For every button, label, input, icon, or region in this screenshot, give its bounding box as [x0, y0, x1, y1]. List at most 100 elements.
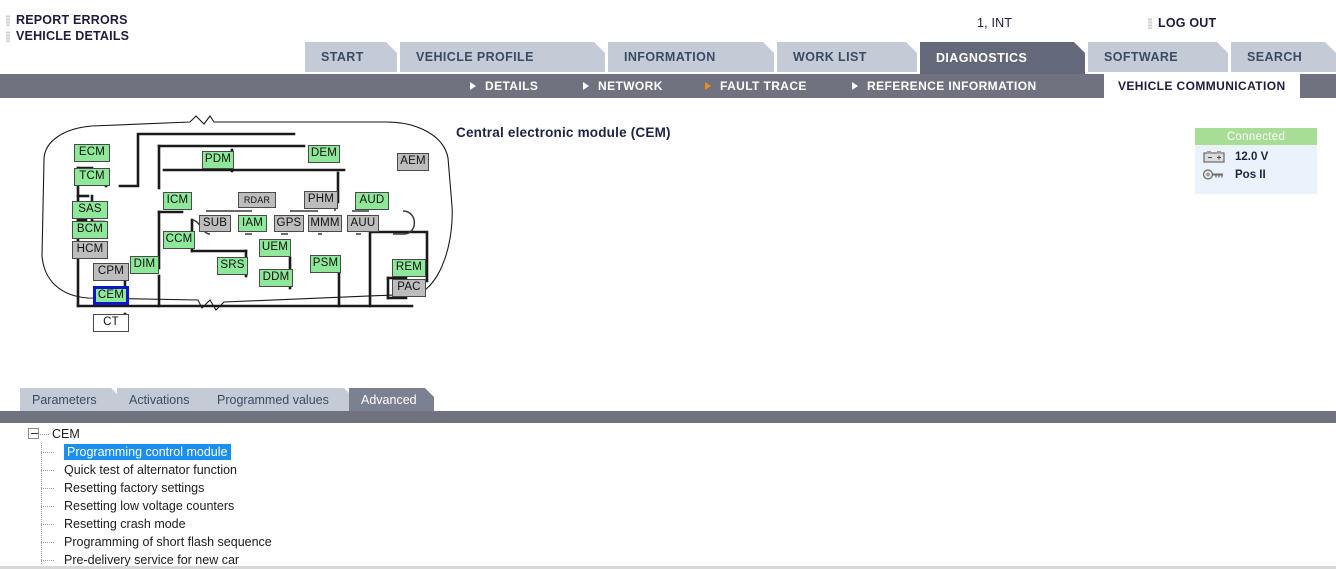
module-label: PDM — [204, 153, 232, 166]
tree-root-label: CEM — [52, 427, 80, 441]
module-box-gps[interactable]: GPS — [274, 215, 304, 232]
module-label: TCM — [79, 170, 105, 183]
tab-label: SEARCH — [1247, 50, 1303, 64]
module-box-bcm[interactable]: BCM — [72, 221, 108, 239]
tree-item-label: Quick test of alternator function — [64, 463, 238, 477]
tab-information[interactable]: INFORMATION — [608, 42, 774, 72]
vehicle-network-diagram[interactable]: ECM TCM SAS BCM HCM CPM CEM CT DIM PDM DEM AEM ICM RD… — [14, 110, 480, 332]
tab-software[interactable]: SOFTWARE — [1088, 42, 1228, 72]
module-box-rdar[interactable]: RDAR — [238, 192, 276, 208]
tree-item[interactable]: Resetting low voltage counters — [8, 497, 272, 515]
module-label: GPS — [276, 216, 302, 229]
module-label: RDAR — [243, 194, 271, 205]
grip-icon — [6, 30, 10, 42]
module-box-ecm[interactable]: ECM — [74, 144, 110, 162]
tree-item-label: Resetting low voltage counters — [64, 499, 235, 513]
module-box-ct[interactable]: CT — [93, 314, 129, 332]
subnav-network[interactable]: NETWORK — [583, 74, 663, 98]
logout-link[interactable]: LOG OUT — [1148, 16, 1216, 30]
top-header: REPORT ERRORSVEHICLE DETAILSHELP 1, INT … — [0, 0, 1336, 59]
module-box-ccm[interactable]: CCM — [163, 231, 195, 249]
module-box-icm[interactable]: ICM — [163, 192, 192, 210]
tree-connector — [41, 470, 55, 471]
tab-vehicle-profile[interactable]: VEHICLE PROFILE — [400, 42, 605, 72]
module-box-hcm[interactable]: HCM — [72, 241, 108, 259]
subnav-label: DETAILS — [485, 79, 539, 93]
connection-status-badge: Connected — [1195, 128, 1317, 145]
tab-work-list[interactable]: WORK LIST — [777, 42, 917, 72]
grip-icon — [6, 14, 10, 26]
tree-item[interactable]: Resetting crash mode — [8, 515, 272, 533]
module-label: CEM — [97, 288, 125, 301]
module-box-mmm[interactable]: MMM — [308, 215, 342, 232]
tab-diagnostics[interactable]: DIAGNOSTICS — [920, 42, 1085, 74]
module-label: AUU — [350, 216, 376, 229]
user-info: 1, INT — [977, 16, 1013, 30]
module-label: PAC — [397, 281, 421, 294]
tab-bar-underline — [0, 411, 1336, 423]
tab-label: VEHICLE PROFILE — [416, 50, 534, 64]
bottom-tab-parameters[interactable]: Parameters — [20, 388, 120, 411]
module-label: HCM — [76, 243, 104, 256]
tab-label: DIAGNOSTICS — [936, 51, 1028, 65]
module-box-ddm[interactable]: DDM — [259, 269, 293, 287]
tree-root-cem[interactable]: CEM — [8, 425, 272, 443]
module-label: SAS — [78, 203, 102, 216]
module-box-aem[interactable]: AEM — [397, 153, 429, 171]
module-box-aud[interactable]: AUD — [355, 192, 389, 210]
tree-item[interactable]: Quick test of alternator function — [8, 461, 272, 479]
module-box-psm[interactable]: PSM — [310, 255, 341, 273]
tab-start[interactable]: START — [305, 42, 397, 72]
tree-connector — [41, 488, 55, 489]
tab-search[interactable]: SEARCH — [1231, 42, 1336, 72]
tree-item-label: Programming of short flash sequence — [64, 535, 272, 549]
chevron-right-icon — [583, 82, 589, 90]
tree-connector — [41, 560, 55, 561]
tree-item[interactable]: Programming of short flash sequence — [8, 533, 272, 551]
module-label: MMM — [310, 216, 340, 229]
grip-icon — [1148, 17, 1152, 29]
module-box-dem[interactable]: DEM — [308, 145, 340, 163]
bottom-tab-label: Programmed values — [217, 392, 329, 407]
module-box-iam[interactable]: IAM — [238, 215, 267, 232]
module-box-tcm[interactable]: TCM — [74, 168, 110, 186]
bottom-tab-label: Parameters — [32, 392, 97, 407]
tab-label: START — [321, 50, 364, 64]
bottom-tab-advanced[interactable]: Advanced — [349, 388, 434, 411]
module-box-phm[interactable]: PHM — [304, 191, 338, 209]
module-label: REM — [395, 261, 423, 274]
subnav-reference-information[interactable]: REFERENCE INFORMATION — [852, 74, 1037, 98]
module-box-srs[interactable]: SRS — [217, 257, 248, 275]
module-box-pdm[interactable]: PDM — [202, 151, 234, 169]
module-box-rem[interactable]: REM — [392, 259, 426, 277]
module-box-auu[interactable]: AUU — [347, 215, 379, 232]
module-function-tab-bar: Parameters Activations Programmed values Ad… — [0, 388, 1336, 413]
module-label: DEM — [310, 147, 338, 160]
subnav-fault-trace[interactable]: FAULT TRACE — [705, 74, 807, 98]
module-box-uem[interactable]: UEM — [259, 239, 291, 257]
logout-label: LOG OUT — [1158, 16, 1217, 30]
application-window: REPORT ERRORSVEHICLE DETAILSHELP 1, INT … — [0, 0, 1336, 569]
module-label: UEM — [261, 241, 289, 254]
report-errors-link[interactable]: REPORT ERRORS — [6, 12, 129, 28]
subnav-label: VEHICLE COMMUNICATION — [1118, 79, 1286, 93]
tree-item-label: Pre-delivery service for new car — [64, 553, 240, 567]
tree-item[interactable]: Programming control module — [8, 443, 272, 461]
module-box-sas[interactable]: SAS — [72, 201, 108, 219]
module-label: SRS — [220, 259, 245, 272]
module-box-cem[interactable]: CEM — [93, 286, 129, 305]
bottom-tab-programmed-values[interactable]: Programmed values — [205, 388, 353, 411]
module-box-pac[interactable]: PAC — [392, 279, 426, 297]
tree-item[interactable]: Resetting factory settings — [8, 479, 272, 497]
collapse-toggle-icon[interactable] — [28, 428, 39, 439]
subnav-vehicle-communication[interactable]: VEHICLE COMMUNICATION — [1104, 74, 1300, 98]
chevron-right-icon — [852, 82, 858, 90]
module-label: AEM — [400, 155, 426, 168]
module-box-cpm[interactable]: CPM — [93, 263, 129, 281]
bottom-tab-activations[interactable]: Activations — [117, 388, 219, 411]
subnav-details[interactable]: DETAILS — [470, 74, 538, 98]
module-box-sub[interactable]: SUB — [199, 215, 231, 232]
module-box-dim[interactable]: DIM — [130, 256, 159, 274]
function-tree-panel[interactable]: CEM Programming control module Quick test … — [0, 423, 1336, 569]
function-tree: CEM Programming control module Quick test … — [8, 425, 272, 569]
